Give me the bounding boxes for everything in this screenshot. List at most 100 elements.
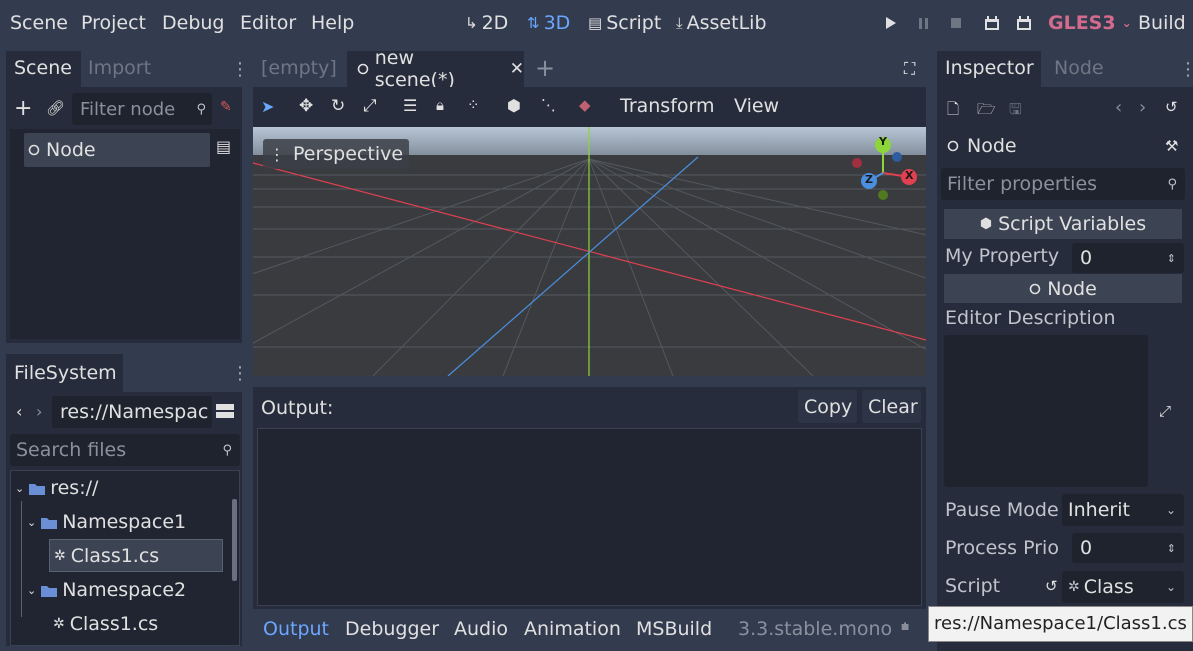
- tree-item[interactable]: ⌄ res://: [15, 477, 98, 499]
- output-title: Output:: [261, 397, 334, 419]
- instance-script-icon[interactable]: ✎: [220, 99, 232, 115]
- reset-icon[interactable]: ↺: [1045, 577, 1058, 595]
- add-node-icon[interactable]: +: [14, 96, 32, 121]
- play-scene-icon[interactable]: [984, 16, 1000, 31]
- tree-item[interactable]: ⌄ Namespace2: [27, 579, 186, 601]
- perspective-menu[interactable]: ⋮ Perspective: [263, 139, 410, 169]
- output-log[interactable]: [257, 428, 922, 606]
- menu-project[interactable]: Project: [81, 12, 146, 34]
- workspace-assetlib-button[interactable]: ⤓ AssetLib: [676, 12, 767, 34]
- link-icon[interactable]: 🔗︎: [46, 99, 65, 117]
- tab-debugger[interactable]: Debugger: [345, 618, 439, 640]
- rotate-tool-icon[interactable]: ↻: [331, 96, 345, 116]
- menu-debug[interactable]: Debug: [162, 12, 224, 34]
- scale-tool-icon[interactable]: ⤢: [363, 96, 377, 116]
- stop-icon[interactable]: [950, 17, 962, 29]
- download-icon: ⤓: [676, 14, 683, 32]
- tab-animation[interactable]: Animation: [524, 618, 621, 640]
- expand-icon[interactable]: ⤢: [1159, 402, 1171, 420]
- path-field[interactable]: res://Namespac: [52, 396, 212, 428]
- node-section[interactable]: Node: [944, 274, 1182, 303]
- clear-button[interactable]: Clear: [862, 390, 921, 423]
- menu-dots-icon[interactable]: ⋮: [231, 59, 249, 80]
- scrollbar[interactable]: [232, 499, 237, 581]
- workspace-3d-button[interactable]: ⇅ 3D: [527, 12, 570, 34]
- node-icon: [357, 63, 369, 75]
- object-tools-icon[interactable]: ⚒: [1165, 137, 1178, 155]
- renderer-select[interactable]: GLES3 ⌄: [1048, 12, 1132, 34]
- tree-node-root[interactable]: Node: [24, 133, 210, 167]
- group-icon[interactable]: ⁘: [467, 96, 480, 114]
- node-icon: [28, 144, 40, 156]
- filter-nodes-input[interactable]: Filter node ⚲: [72, 93, 212, 125]
- workspace-2d-button[interactable]: ↳ 2D: [465, 12, 508, 34]
- filter-properties-input[interactable]: Filter properties ⚲: [941, 168, 1185, 200]
- search-files-input[interactable]: Search files ⚲: [10, 434, 240, 466]
- folder-icon: [41, 517, 58, 529]
- history-icon[interactable]: ↺: [1165, 98, 1178, 116]
- add-tab-icon[interactable]: +: [535, 54, 555, 82]
- forward-icon[interactable]: ›: [36, 402, 42, 421]
- back-icon[interactable]: ‹: [1115, 97, 1122, 118]
- tab-inspector[interactable]: Inspector: [937, 51, 1041, 87]
- workspace-script-button[interactable]: ▤ Script: [588, 12, 661, 34]
- chevron-down-icon: ⌄: [27, 515, 37, 529]
- script-resource-picker[interactable]: ✲ Class ⌄: [1062, 571, 1184, 603]
- tab-empty-scene[interactable]: [empty]: [261, 57, 337, 79]
- tree-item[interactable]: ✲ Class1.cs: [53, 613, 158, 635]
- fullscreen-icon[interactable]: ⛶: [904, 59, 915, 79]
- menu-help[interactable]: Help: [311, 12, 354, 34]
- script-attached-icon[interactable]: ▤: [216, 137, 231, 156]
- spin-arrows-icon[interactable]: ⇕: [1167, 252, 1176, 265]
- editor-description-textarea[interactable]: [944, 335, 1148, 487]
- view-menu[interactable]: View: [734, 95, 779, 117]
- save-icon[interactable]: 🖫︎: [1009, 99, 1022, 124]
- tab-import[interactable]: Import: [88, 57, 151, 79]
- node-icon: [1029, 283, 1041, 294]
- gear-icon: ✲: [1068, 579, 1080, 595]
- back-icon[interactable]: ‹: [16, 402, 22, 421]
- pause-mode-select[interactable]: Inherit ⌄: [1062, 494, 1184, 526]
- local-space-icon[interactable]: ⬢: [507, 96, 521, 115]
- list-select-icon[interactable]: ☰: [403, 96, 417, 115]
- script-icon: ▤: [588, 14, 603, 32]
- lock-icon[interactable]: 🔒︎: [436, 96, 444, 114]
- build-button[interactable]: Build: [1138, 12, 1186, 34]
- forward-icon[interactable]: ›: [1139, 97, 1146, 118]
- menu-dots-icon[interactable]: ⋮: [1179, 59, 1193, 80]
- tree-item[interactable]: ⌄ Namespace1: [27, 511, 186, 533]
- close-icon[interactable]: ✕: [510, 59, 524, 79]
- menu-editor[interactable]: Editor: [240, 12, 296, 34]
- snap-icon[interactable]: ⋱: [541, 96, 556, 114]
- menu-dots-icon[interactable]: ⋮: [231, 363, 249, 384]
- tab-node[interactable]: Node: [1054, 57, 1104, 79]
- tree-item[interactable]: ✲ Class1.cs: [49, 539, 223, 572]
- tab-output[interactable]: Output: [263, 618, 329, 640]
- camera-icon[interactable]: ◆: [579, 96, 591, 114]
- split-view-icon[interactable]: [216, 403, 234, 419]
- my-property-spinbox[interactable]: 0 ⇕: [1072, 243, 1184, 273]
- menu-dots-icon: ⋮: [269, 144, 285, 164]
- search-icon: ⚲: [196, 101, 206, 117]
- expand-panel-icon[interactable]: ⩧: [901, 619, 909, 635]
- spin-arrows-icon[interactable]: ⇕: [1167, 542, 1176, 555]
- transform-menu[interactable]: Transform: [620, 95, 715, 117]
- tab-new-scene[interactable]: new scene(*) ✕: [347, 47, 524, 91]
- tab-filesystem[interactable]: FileSystem: [6, 354, 123, 392]
- play-custom-scene-icon[interactable]: [1016, 16, 1032, 31]
- pause-icon[interactable]: [918, 17, 930, 30]
- viewport-3d[interactable]: ⋮ Perspective Y X Z: [253, 127, 926, 376]
- inspected-object[interactable]: Node: [947, 135, 1017, 157]
- tab-audio[interactable]: Audio: [454, 618, 508, 640]
- copy-button[interactable]: Copy: [798, 390, 857, 423]
- play-icon[interactable]: [885, 16, 897, 30]
- new-resource-icon[interactable]: 🗋︎: [947, 99, 959, 124]
- tab-scene[interactable]: Scene: [6, 51, 81, 87]
- open-folder-icon[interactable]: 🗁︎: [977, 99, 996, 124]
- script-variables-section[interactable]: ⬢ Script Variables: [944, 209, 1182, 239]
- move-tool-icon[interactable]: ✥: [299, 96, 313, 116]
- tab-msbuild[interactable]: MSBuild: [636, 618, 712, 640]
- menu-scene[interactable]: Scene: [10, 12, 68, 34]
- select-tool-icon[interactable]: ➤: [261, 97, 274, 116]
- process-priority-spinbox[interactable]: 0 ⇕: [1072, 533, 1184, 563]
